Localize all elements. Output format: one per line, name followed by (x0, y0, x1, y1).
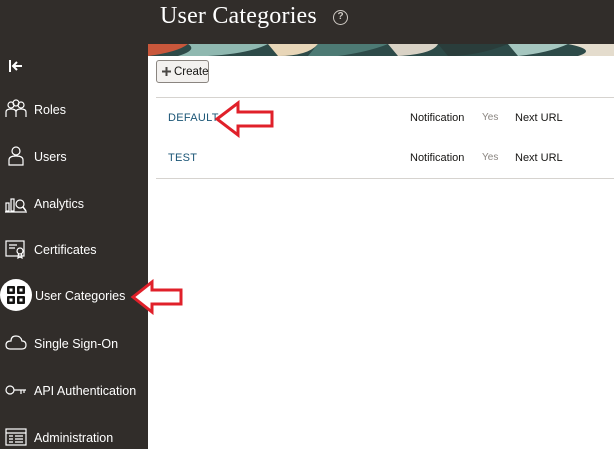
sidebar-item-analytics[interactable]: Analytics (0, 187, 148, 221)
sidebar-item-label: Analytics (34, 197, 85, 211)
notification-label: Notification (410, 112, 465, 124)
plus-icon (162, 67, 171, 76)
category-name-link[interactable]: TEST (168, 152, 197, 164)
user-icon (8, 146, 24, 166)
collapse-left-icon[interactable] (8, 58, 26, 74)
sidebar-item-api-authentication[interactable]: API Authentication (0, 374, 148, 408)
create-button-label: Create (174, 65, 209, 78)
cloud-icon (5, 335, 27, 350)
table-row: TEST Notification Yes Next URL (156, 138, 614, 178)
notification-value: Yes (482, 112, 499, 123)
question-circle-icon[interactable]: ? (333, 10, 348, 25)
certificate-icon (5, 240, 25, 260)
create-button[interactable]: Create (156, 60, 209, 83)
sidebar-item-roles[interactable]: Roles (0, 93, 148, 127)
notification-value: Yes (482, 152, 499, 163)
page-header: User Categories ? (0, 0, 614, 44)
sidebar-item-certificates[interactable]: Certificates (0, 233, 148, 267)
sidebar-item-single-sign-on[interactable]: Single Sign-On (0, 327, 148, 361)
next-url-label: Next URL (515, 112, 563, 124)
analytics-icon (5, 198, 27, 213)
sidebar-item-label: API Authentication (34, 384, 137, 398)
admin-icon (5, 428, 27, 446)
sidebar: Roles Users Analytics Certificates User … (0, 44, 148, 449)
key-icon (5, 385, 26, 395)
sidebar-item-label: Single Sign-On (34, 337, 119, 351)
sidebar-item-label: Roles (34, 103, 66, 117)
page-title: User Categories (160, 3, 317, 29)
list-bottom-divider (156, 178, 614, 179)
sidebar-item-label: Administration (34, 431, 114, 445)
decorative-banner (148, 44, 614, 56)
sidebar-item-label: User Categories (35, 289, 126, 303)
next-url-label: Next URL (515, 152, 563, 164)
sidebar-item-users[interactable]: Users (0, 140, 148, 174)
category-name-link[interactable]: DEFAULT (168, 112, 219, 124)
sidebar-item-label: Certificates (34, 243, 97, 257)
sidebar-item-administration[interactable]: Administration (0, 421, 148, 455)
annotation-arrow-icon (130, 279, 183, 315)
roles-icon (5, 99, 27, 117)
annotation-arrow-icon (214, 100, 274, 138)
sidebar-item-label: Users (34, 150, 67, 164)
notification-label: Notification (410, 152, 465, 164)
grid-icon (7, 286, 25, 304)
sidebar-item-user-categories[interactable]: User Categories (0, 279, 148, 313)
